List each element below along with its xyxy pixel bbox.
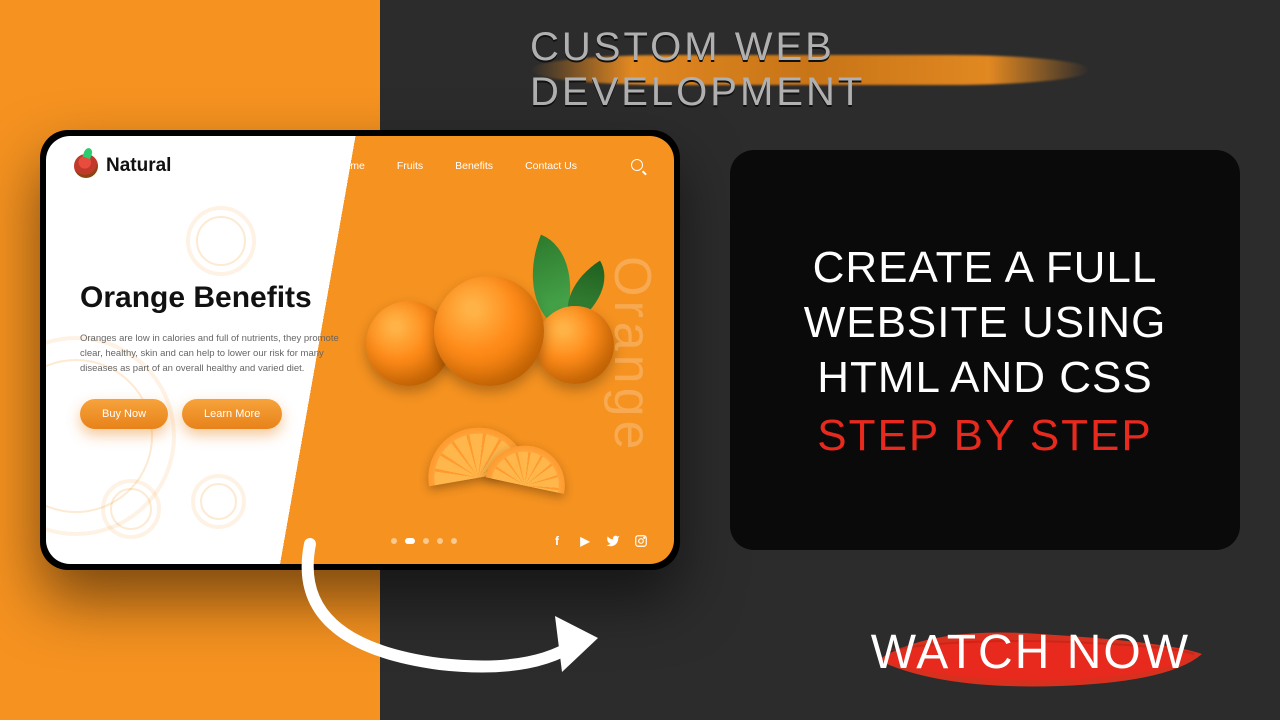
nav-benefits[interactable]: Benefits	[455, 160, 493, 172]
card-line-accent: STEP BY STEP	[817, 411, 1152, 461]
fruit-bowl-icon	[74, 154, 98, 178]
brand-logo[interactable]: Natural	[74, 154, 171, 178]
card-line: CREATE A FULL	[813, 240, 1158, 295]
nav-fruits[interactable]: Fruits	[397, 160, 423, 172]
watermark-icon	[186, 206, 256, 276]
orange-icon	[434, 276, 544, 386]
site-nav: Natural Home Fruits Benefits Contact Us	[46, 154, 674, 178]
headline-card: CREATE A FULL WEBSITE USING HTML AND CSS…	[730, 150, 1240, 550]
nav-home[interactable]: Home	[337, 160, 365, 172]
card-line: WEBSITE USING	[804, 295, 1167, 350]
hero-description: Oranges are low in calories and full of …	[80, 331, 340, 377]
card-line: HTML AND CSS	[817, 350, 1153, 405]
site-screen: Natural Home Fruits Benefits Contact Us …	[46, 136, 674, 564]
watermark-icon	[191, 474, 246, 529]
banner-text: CUSTOM WEB DEVELOPMENT	[530, 25, 1090, 115]
cta-text: WATCH NOW	[871, 625, 1190, 680]
watermark-icon	[101, 479, 161, 539]
tablet-mockup: Natural Home Fruits Benefits Contact Us …	[40, 130, 680, 570]
arrow-icon	[280, 534, 620, 684]
vertical-label: Orange	[602, 256, 662, 453]
hero-content: Orange Benefits Oranges are low in calor…	[80, 281, 340, 429]
instagram-icon[interactable]	[634, 534, 648, 548]
hero-buttons: Buy Now Learn More	[80, 399, 340, 429]
hero-title: Orange Benefits	[80, 281, 340, 315]
top-banner: CUSTOM WEB DEVELOPMENT	[530, 30, 1090, 110]
learn-more-button[interactable]: Learn More	[182, 399, 282, 429]
nav-contact[interactable]: Contact Us	[525, 160, 577, 172]
hero-oranges-image	[354, 246, 614, 486]
search-icon[interactable]	[631, 159, 646, 174]
nav-menu: Home Fruits Benefits Contact Us	[337, 159, 646, 174]
watch-now-cta[interactable]: WATCH NOW	[871, 625, 1190, 680]
buy-now-button[interactable]: Buy Now	[80, 399, 168, 429]
brand-name: Natural	[106, 155, 171, 177]
